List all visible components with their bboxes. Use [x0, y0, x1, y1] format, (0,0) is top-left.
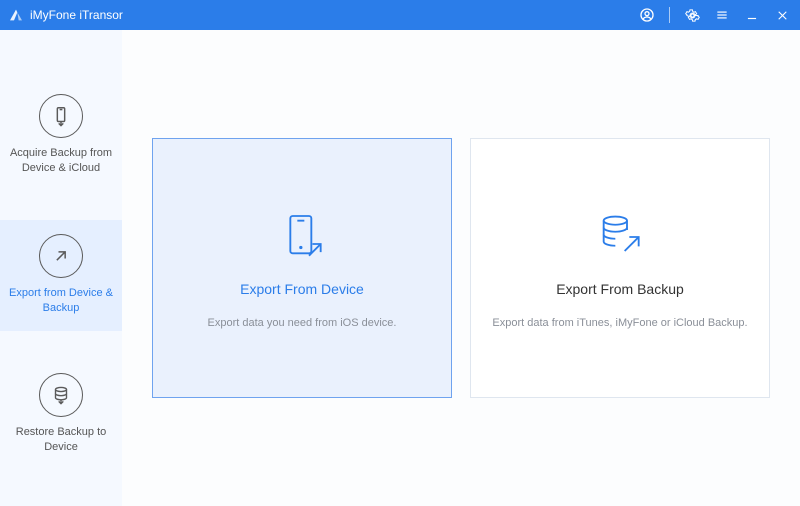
database-restore-icon [39, 373, 83, 417]
account-icon[interactable] [639, 7, 655, 23]
export-arrow-icon [39, 234, 83, 278]
main-content: Export From Device Export data you need … [122, 30, 800, 506]
sidebar-item-restore[interactable]: Restore Backup to Device [0, 359, 122, 471]
titlebar-left: iMyFone iTransor [8, 7, 123, 23]
sidebar: Acquire Backup from Device & iCloud Expo… [0, 30, 122, 506]
sidebar-item-label: Acquire Backup from Device & iCloud [6, 146, 116, 176]
phone-export-icon [272, 207, 332, 267]
card-desc: Export data you need from iOS device. [190, 317, 415, 329]
card-desc: Export data from iTunes, iMyFone or iClo… [474, 317, 765, 329]
card-export-from-backup[interactable]: Export From Backup Export data from iTun… [470, 138, 770, 398]
minimize-icon[interactable] [744, 7, 760, 23]
close-icon[interactable] [774, 7, 790, 23]
app-body: Acquire Backup from Device & iCloud Expo… [0, 30, 800, 506]
titlebar-right [639, 7, 790, 23]
sidebar-spacer [0, 192, 122, 220]
sidebar-item-export[interactable]: Export from Device & Backup [0, 220, 122, 332]
sidebar-item-acquire-backup[interactable]: Acquire Backup from Device & iCloud [0, 80, 122, 192]
titlebar-separator [669, 7, 670, 23]
sidebar-spacer [0, 331, 122, 359]
menu-icon[interactable] [714, 7, 730, 23]
card-export-from-device[interactable]: Export From Device Export data you need … [152, 138, 452, 398]
app-title: iMyFone iTransor [30, 8, 123, 22]
database-export-icon [590, 207, 650, 267]
sidebar-item-label: Export from Device & Backup [6, 286, 116, 316]
titlebar: iMyFone iTransor [0, 0, 800, 30]
phone-download-icon [39, 94, 83, 138]
card-title: Export From Backup [556, 281, 684, 297]
sidebar-item-label: Restore Backup to Device [6, 425, 116, 455]
app-logo-icon [8, 7, 24, 23]
gear-icon[interactable] [684, 7, 700, 23]
card-title: Export From Device [240, 281, 364, 297]
